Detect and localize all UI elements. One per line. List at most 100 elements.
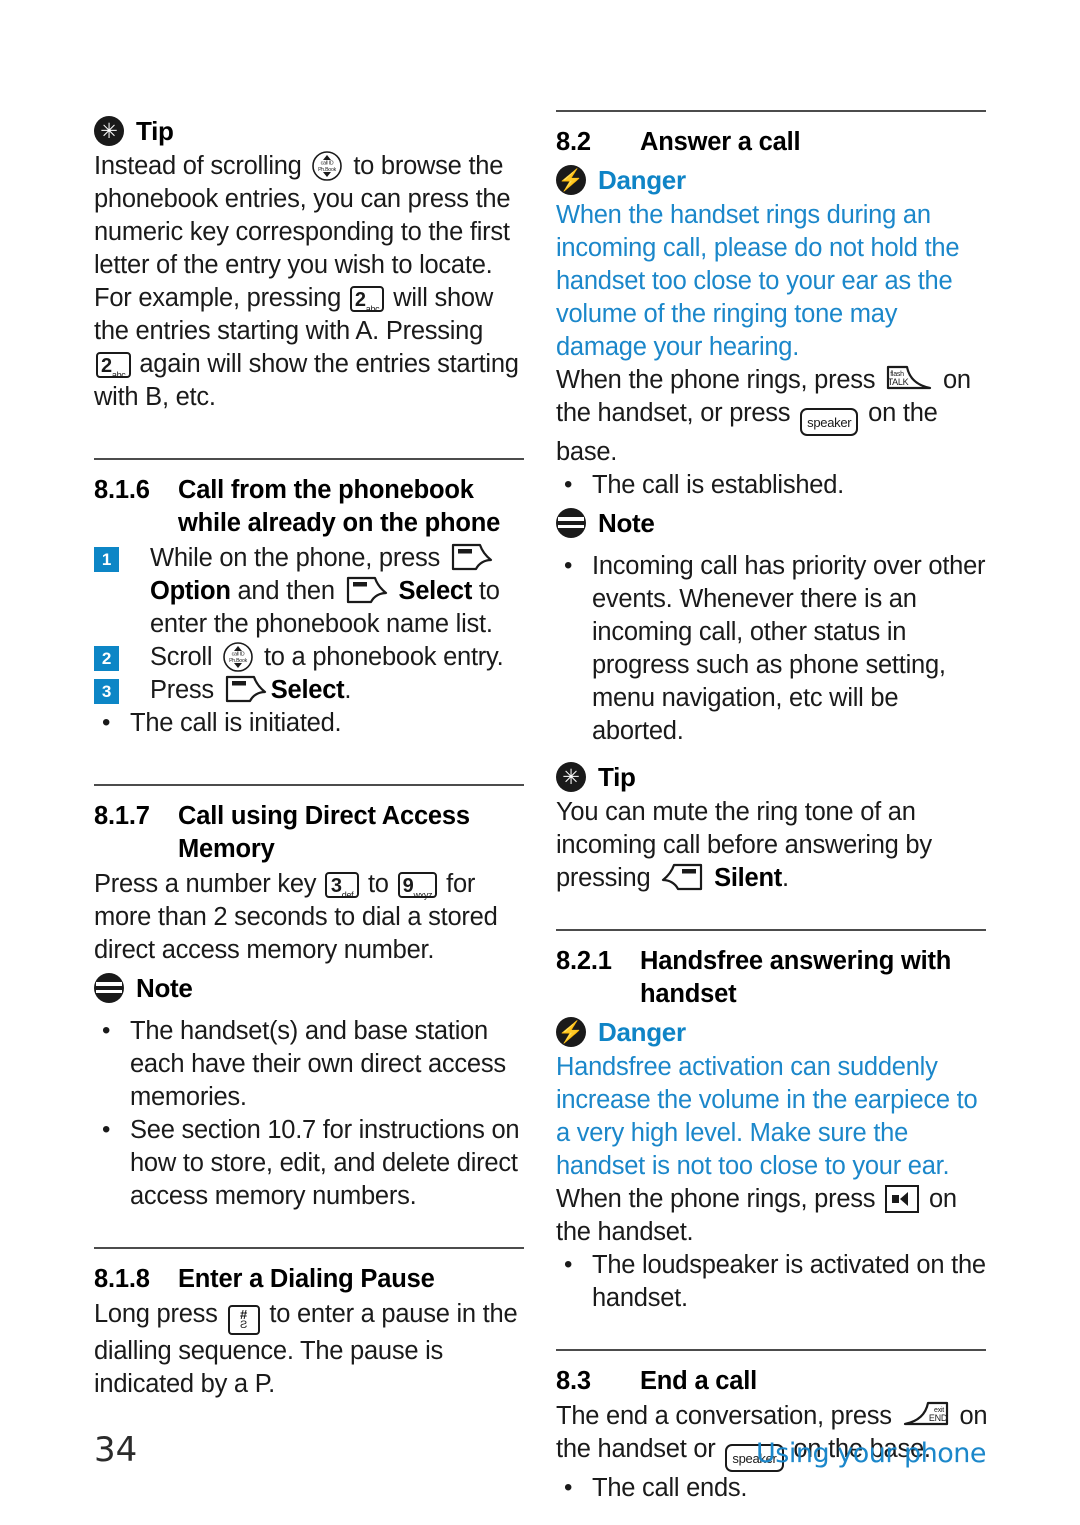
danger-bolt-icon [556, 1017, 586, 1047]
step-number-badge: 2 [94, 646, 119, 671]
key-digit: 2 [101, 355, 112, 377]
note-bullets: The handset(s) and base station each hav… [94, 1014, 526, 1213]
tip-label: Tip [136, 116, 174, 146]
section-number: 8.2.1 [556, 947, 612, 975]
section-divider [556, 1349, 986, 1351]
note-callout: Note [556, 504, 988, 542]
danger-label: Danger [598, 1017, 686, 1047]
svg-text:Ph.Book: Ph.Book [229, 658, 248, 664]
tip-asterisk-icon [94, 116, 124, 146]
key-2-abc-icon-2: 2abc [96, 352, 131, 380]
left-soft-key-icon-3 [224, 674, 268, 704]
step-text-1: While on the phone, press [150, 544, 441, 572]
section-818-heading: 8.1.8 Enter a Dialing Pause [94, 1263, 526, 1296]
section-divider [556, 110, 986, 112]
manual-page: Tip Instead of scrolling call ID Ph.Book… [0, 0, 1080, 1525]
key-digit: 3 [330, 875, 342, 897]
step-text-2: to a phonebook entry. [263, 643, 504, 671]
step-number-badge: 1 [94, 547, 119, 572]
right-column: 8.2 Answer a call Danger When the handse… [556, 110, 988, 1505]
section-818: 8.1.8 Enter a Dialing Pause Long press #… [94, 1247, 526, 1401]
step-text-1: Scroll [150, 643, 213, 671]
right-soft-key-icon [660, 862, 704, 892]
tip-paragraph: You can mute the ring tone of an incomin… [556, 796, 988, 895]
left-soft-key-icon [450, 542, 494, 572]
step-bold-select: Select [270, 676, 345, 704]
end-key-icon: exit END [902, 1400, 950, 1430]
danger-bolt-icon [556, 165, 586, 195]
tip-label: Tip [598, 762, 636, 792]
note-label: Note [136, 973, 193, 1003]
result-bullets: The call is established. [556, 468, 988, 502]
loudspeaker-key-icon [885, 1185, 920, 1213]
para-text-1: When the phone rings, press [556, 366, 876, 394]
section-title-line2: handset [640, 980, 737, 1008]
section-821: 8.2.1 Handsfree answering with handset D… [556, 929, 988, 1315]
danger-text: Handsfree activation can suddenly increa… [556, 1053, 978, 1180]
tip-callout: Tip [556, 758, 988, 796]
key-2-abc-icon: 2abc [349, 286, 385, 314]
note-callout: Note [94, 969, 526, 1007]
key-9-wxyz-icon: 9wxyz [397, 872, 438, 900]
step-number-badge: 3 [94, 679, 119, 704]
section-83-heading: 8.3 End a call [556, 1365, 988, 1398]
section-title-line1: Handsfree answering with [640, 947, 952, 975]
page-footer: 34 Using your phone [0, 1430, 1080, 1490]
key-digit: 9 [402, 875, 414, 897]
step-text-2: and then [237, 577, 335, 605]
tip-text-1: Instead of scrolling [94, 152, 302, 180]
tip-text-2: . [782, 864, 789, 892]
navigation-key-icon: call ID Ph.Book [222, 641, 254, 673]
speaker-key-icon: speaker [800, 408, 859, 436]
svg-text:call ID: call ID [232, 652, 245, 658]
tip-bold-silent: Silent [714, 864, 783, 892]
list-item: Incoming call has priority over other ev… [556, 549, 988, 748]
note-label: Note [598, 508, 655, 538]
para-text-1: The end a conversation, press [556, 1402, 892, 1430]
section-title-line1: Call using Direct Access [178, 802, 470, 830]
section-title: Enter a Dialing Pause [178, 1265, 435, 1293]
step-text-1: Press [150, 676, 214, 704]
key-letters: abc [365, 304, 380, 314]
tip-callout: Tip [94, 112, 526, 150]
section-divider [556, 929, 986, 931]
list-item: The call is established. [556, 468, 988, 502]
section-title-line2: while already on the phone [178, 509, 501, 537]
section-title: Handsfree answering with handset [640, 945, 988, 1011]
list-item: The call is initiated. [94, 706, 526, 740]
note-bars-icon [94, 973, 124, 1003]
svg-text:call ID: call ID [321, 161, 334, 167]
navigation-key-icon: call ID Ph.Book [311, 150, 343, 182]
tip-text-4: again will show the entries starting wit… [94, 350, 519, 411]
key-hash-icon: # Ƨ [227, 1305, 260, 1335]
section-title: Call from the phonebook while already on… [178, 474, 526, 540]
step-bold-option: Option [150, 577, 231, 605]
para-text-1: Press a number key [94, 870, 317, 898]
para-text-2: to [367, 870, 389, 898]
result-bullets: The loudspeaker is activated on the hand… [556, 1248, 988, 1315]
section-title-line2: Memory [178, 835, 275, 863]
para-text-1: Long press [94, 1300, 218, 1328]
step-item: 2 Scroll call ID Ph.Book to a phonebook … [94, 641, 526, 674]
key-letters: abc [111, 370, 126, 380]
section-82-heading: 8.2 Answer a call [556, 126, 988, 159]
result-bullets: The call is initiated. [94, 706, 526, 740]
key-hash-bottom: Ƨ [239, 1319, 248, 1331]
danger-callout: Danger [556, 1013, 988, 1051]
section-821-paragraph: When the phone rings, press on the hands… [556, 1183, 988, 1249]
section-817-paragraph: Press a number key 3def to 9wxyz for mor… [94, 868, 526, 967]
tip-paragraph: Instead of scrolling call ID Ph.Book to … [94, 150, 526, 414]
key-digit: 2 [354, 289, 366, 311]
note-bullets: Incoming call has priority over other ev… [556, 549, 988, 748]
svg-text:END: END [928, 1413, 947, 1423]
talk-key-icon: flash TALK [885, 364, 933, 394]
note-bars-icon [556, 508, 586, 538]
svg-text:Ph.Book: Ph.Book [319, 167, 338, 173]
section-817-heading: 8.1.7 Call using Direct Access Memory [94, 800, 526, 866]
list-item: The loudspeaker is activated on the hand… [556, 1248, 988, 1315]
section-title-line1: Call from the phonebook [178, 476, 474, 504]
section-818-paragraph: Long press # Ƨ to enter a pause in the di… [94, 1298, 526, 1401]
section-number: 8.3 [556, 1367, 591, 1395]
section-816: 8.1.6 Call from the phonebook while alre… [94, 458, 526, 740]
section-number: 8.1.7 [94, 802, 150, 830]
